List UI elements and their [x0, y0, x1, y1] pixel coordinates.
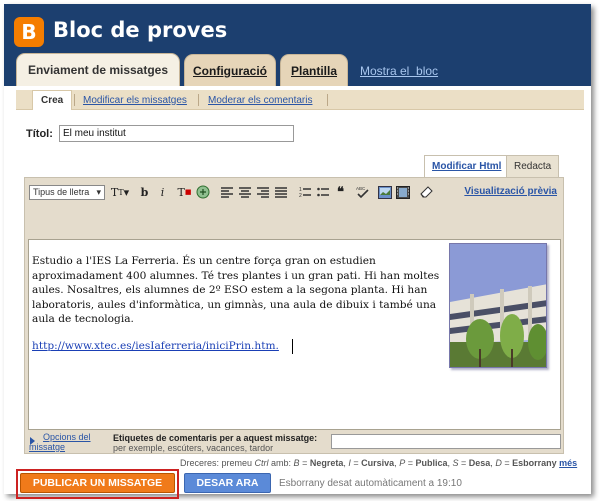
tab-edit-html[interactable]: Modificar Html	[424, 155, 510, 177]
shortcut-label: Esborrany	[512, 458, 557, 468]
bold-icon[interactable]: b	[136, 184, 153, 200]
image-icon[interactable]	[376, 184, 393, 200]
tab-posting[interactable]: Enviament de missatges	[16, 53, 180, 86]
spellcheck-icon[interactable]: ABC	[354, 184, 371, 200]
title-label: Títol:	[26, 128, 53, 140]
blog-title: Bloc de proves	[53, 18, 228, 42]
align-right-icon[interactable]	[254, 184, 271, 200]
sub-navigation: Crea Modificar els missatges Moderar els…	[4, 86, 591, 114]
post-body-text: Estudio a l'IES La Ferreria. És un centr…	[32, 255, 440, 325]
font-size-icon[interactable]: T T ▾	[109, 184, 131, 200]
shortcut-label: Desa	[468, 458, 491, 468]
svg-text:ABC: ABC	[356, 186, 366, 191]
save-now-button[interactable]: DESAR ARA	[184, 473, 271, 493]
shortcut-label: Publica	[415, 458, 448, 468]
shortcuts-mid: amb:	[268, 458, 294, 468]
subtab-separator	[198, 94, 199, 106]
post-editor: Tipus de lletra ▾ T T ▾ b i T ■ 12 ❝ ABC…	[24, 177, 564, 454]
autosave-status: Esborrany desat automàticament a 19:10	[279, 478, 462, 489]
post-options-link[interactable]: Opcions del missatge	[29, 432, 109, 452]
font-family-value: Tipus de lletra	[33, 187, 90, 197]
shortcut-label: Negreta	[309, 458, 344, 468]
subtab-separator	[327, 94, 328, 106]
subtab-edit-posts[interactable]: Modificar els missatges	[75, 90, 195, 110]
post-body-link[interactable]: http://www.xtec.es/iesIaferreria/iniciPr…	[32, 340, 279, 352]
view-blog-link[interactable]: Mostra el bloc	[360, 64, 438, 78]
numbered-list-icon[interactable]: 12	[296, 184, 313, 200]
preview-link[interactable]: Visualització prèvia	[464, 186, 557, 197]
blockquote-icon[interactable]: ❝	[332, 184, 349, 200]
shortcut-key: S	[452, 458, 459, 468]
shortcut-label: Cursiva	[361, 458, 395, 468]
tab-template-label: Plantilla	[290, 63, 337, 78]
font-family-select[interactable]: Tipus de lletra ▾	[29, 184, 105, 200]
blogger-window: B Bloc de proves Enviament de missatges …	[4, 4, 591, 499]
shortcuts-more-link[interactable]: més	[559, 458, 577, 468]
video-icon[interactable]	[394, 184, 411, 200]
shortcut-key: P	[399, 458, 406, 468]
align-left-icon[interactable]	[218, 184, 235, 200]
shortcut-key: I	[348, 458, 351, 468]
labels-title: Etiquetes de comentaris per a aquest mis…	[113, 433, 318, 443]
keyboard-shortcuts: Dreceres: premeu Ctrl amb: B = Negreta, …	[180, 458, 578, 468]
post-body-editor[interactable]: Estudio a l'IES La Ferreria. És un centr…	[28, 239, 561, 430]
shortcuts-ctrl: Ctrl	[254, 458, 269, 468]
align-justify-icon[interactable]	[272, 184, 289, 200]
labels-hint: per exemple, escúters, vacances, tardor	[113, 443, 274, 453]
tab-settings-label: Configuració	[193, 63, 267, 78]
italic-icon[interactable]: i	[154, 184, 171, 200]
subtab-create[interactable]: Crea	[32, 90, 73, 110]
align-center-icon[interactable]	[236, 184, 253, 200]
text-cursor	[292, 339, 293, 354]
labels-input[interactable]	[331, 434, 561, 449]
svg-text:2: 2	[299, 193, 302, 198]
publish-post-button[interactable]: PUBLICAR UN MISSATGE	[20, 473, 175, 493]
remove-format-icon[interactable]	[418, 184, 435, 200]
chevron-down-icon: ▾	[96, 186, 101, 197]
editor-toolbar: Tipus de lletra ▾ T T ▾ b i T ■ 12 ❝ ABC	[29, 183, 436, 201]
link-icon[interactable]	[194, 184, 211, 200]
blogger-logo-icon[interactable]: B	[14, 17, 44, 47]
header: B Bloc de proves Enviament de missatges …	[4, 4, 591, 86]
tab-settings[interactable]: Configuració	[184, 54, 276, 86]
school-photo[interactable]	[449, 243, 547, 368]
tab-posting-label: Enviament de missatges	[27, 63, 169, 77]
shortcuts-prefix: Dreceres: premeu	[180, 458, 255, 468]
title-input[interactable]: El meu institut	[59, 125, 294, 142]
tab-template[interactable]: Plantilla	[280, 54, 348, 86]
bullet-list-icon[interactable]	[314, 184, 331, 200]
text-color-icon[interactable]: T ■	[176, 184, 193, 200]
shortcut-key: D	[495, 458, 502, 468]
tab-compose[interactable]: Redacta	[506, 155, 560, 177]
subtab-moderate-comments[interactable]: Moderar els comentaris	[200, 90, 320, 110]
shortcut-key: B	[293, 458, 300, 468]
